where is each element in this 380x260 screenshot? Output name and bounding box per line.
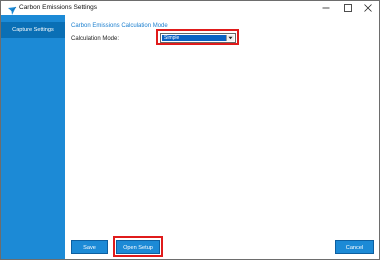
sidebar: Capture Settings [1, 15, 65, 259]
open-setup-button[interactable]: Open Setup [116, 240, 160, 254]
calculation-mode-select[interactable]: Simple [160, 33, 236, 43]
sidebar-item-capture-settings[interactable]: Capture Settings [1, 22, 65, 38]
section-title: Carbon Emissions Calculation Mode [71, 23, 168, 29]
cancel-button[interactable]: Cancel [335, 240, 374, 254]
close-icon[interactable] [357, 1, 379, 15]
chevron-down-icon[interactable] [226, 35, 234, 41]
maximize-icon[interactable] [337, 1, 359, 15]
window-title: Carbon Emissions Settings [19, 4, 98, 11]
title-bar: Carbon Emissions Settings [1, 1, 379, 15]
main-panel: Carbon Emissions Calculation Mode Calcul… [65, 15, 379, 259]
calculation-mode-value: Simple [162, 35, 228, 41]
settings-window: Carbon Emissions Settings Capture Settin… [0, 0, 380, 260]
minimize-icon[interactable] [315, 1, 337, 15]
app-logo-icon [7, 3, 17, 15]
save-button[interactable]: Save [71, 240, 108, 254]
calculation-mode-label: Calculation Mode: [71, 36, 120, 42]
